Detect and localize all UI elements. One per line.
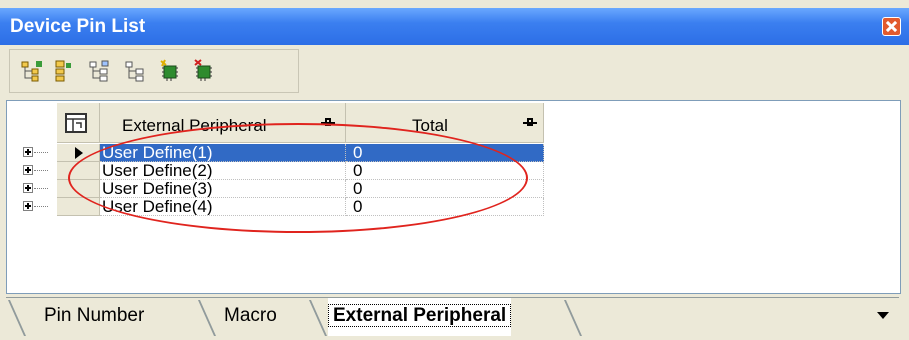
column-header-label: External Peripheral <box>122 116 267 135</box>
tab-label: Macro <box>224 305 277 326</box>
expand-icon[interactable] <box>23 147 33 157</box>
device-pin-list-window: Device Pin List External Peripheral Tota… <box>0 0 909 340</box>
row-header[interactable] <box>57 180 100 198</box>
current-row-arrow-icon <box>75 147 83 159</box>
row-header[interactable] <box>57 198 100 216</box>
pin-grid: External Peripheral Total User Define(1)… <box>6 100 901 294</box>
expand-icon[interactable] <box>23 201 33 211</box>
tree-view-icon[interactable] <box>88 59 112 83</box>
cell-name[interactable]: User Define(2) <box>100 162 346 180</box>
table-row[interactable]: User Define(2) 0 <box>7 162 547 180</box>
row-header[interactable] <box>57 144 100 162</box>
chip-add-icon[interactable] <box>158 59 182 83</box>
cell-name[interactable]: User Define(4) <box>100 198 346 216</box>
column-header-total[interactable]: Total <box>346 103 544 143</box>
tab-separator <box>7 300 27 336</box>
close-button[interactable] <box>882 17 901 36</box>
column-header-label: Total <box>412 116 448 135</box>
cell-name[interactable]: User Define(1) <box>100 144 346 162</box>
tree-list-icon[interactable] <box>124 59 148 83</box>
collapse-tree-icon[interactable] <box>50 59 74 83</box>
pin-icon[interactable] <box>523 118 537 128</box>
tree-line <box>34 152 48 153</box>
tree-line <box>34 206 48 207</box>
expand-icon[interactable] <box>23 183 33 193</box>
window-title: Device Pin List <box>10 16 146 37</box>
row-header[interactable] <box>57 162 100 180</box>
title-bar[interactable]: Device Pin List <box>0 8 909 45</box>
table-row[interactable]: User Define(3) 0 <box>7 180 547 198</box>
tab-strip: Pin Number Macro External Peripheral <box>6 297 899 338</box>
toolbar <box>9 49 299 93</box>
table-row[interactable]: User Define(4) 0 <box>7 198 547 216</box>
tab-separator <box>308 300 328 336</box>
select-all-header[interactable] <box>57 103 100 143</box>
table-row[interactable]: User Define(1) 0 <box>7 144 547 162</box>
cell-name[interactable]: User Define(3) <box>100 180 346 198</box>
cell-total[interactable]: 0 <box>346 162 544 180</box>
chip-remove-icon[interactable] <box>192 59 216 83</box>
tab-separator <box>197 300 217 336</box>
tab-external-peripheral[interactable]: External Peripheral <box>328 298 512 336</box>
tab-macro[interactable]: Macro <box>220 298 281 336</box>
cell-total[interactable]: 0 <box>346 180 544 198</box>
column-chooser-icon[interactable] <box>65 113 87 133</box>
tab-pin-number[interactable]: Pin Number <box>40 298 148 336</box>
tab-label: External Peripheral <box>328 304 512 327</box>
cell-total[interactable]: 0 <box>346 144 544 162</box>
tab-label: Pin Number <box>44 305 145 326</box>
tab-list-dropdown-icon[interactable] <box>877 312 889 319</box>
cell-total[interactable]: 0 <box>346 198 544 216</box>
tree-line <box>34 170 48 171</box>
pin-icon[interactable] <box>321 118 335 128</box>
tree-line <box>34 188 48 189</box>
expand-tree-icon[interactable] <box>20 59 44 83</box>
tab-separator <box>563 300 583 336</box>
column-header-external-peripheral[interactable]: External Peripheral <box>100 103 346 143</box>
expand-icon[interactable] <box>23 165 33 175</box>
